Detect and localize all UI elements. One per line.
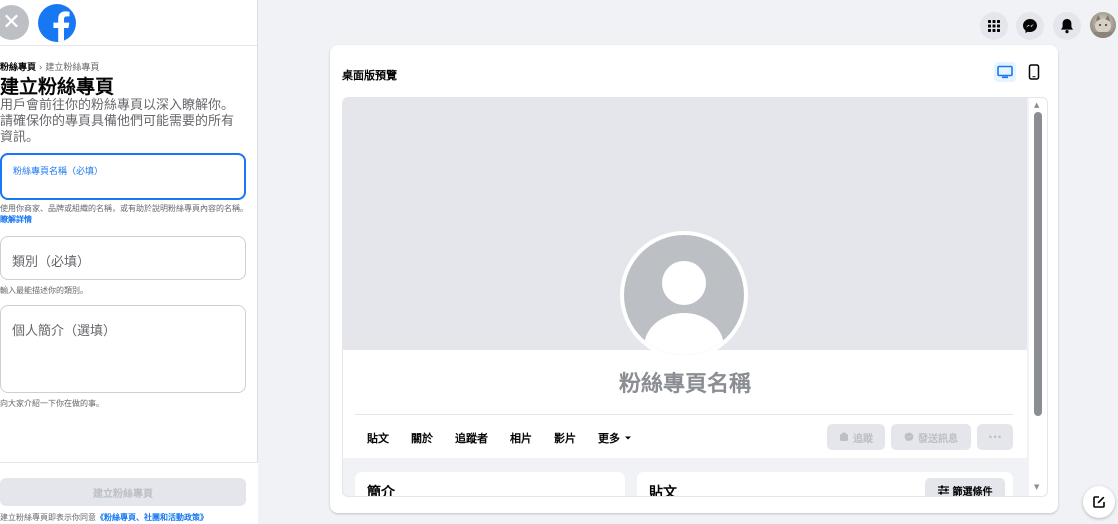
profile-picture bbox=[620, 231, 748, 359]
panel-footer: 建立粉絲專頁 建立粉絲專頁即表示你同意《粉絲專頁、社團和活動政策》 bbox=[0, 462, 258, 524]
page-name-field[interactable]: 粉絲專頁名稱（必填） bbox=[0, 153, 246, 200]
follow-icon bbox=[840, 432, 848, 441]
bio-placeholder: 個人簡介（選填） bbox=[12, 324, 117, 339]
scroll-up-icon[interactable]: ▲ bbox=[1034, 102, 1039, 109]
messenger-icon bbox=[904, 432, 914, 442]
page-title: 建立粉絲專頁 bbox=[0, 76, 115, 98]
menu-button[interactable] bbox=[980, 12, 1008, 40]
create-page-button[interactable]: 建立粉絲專頁 bbox=[0, 478, 246, 506]
terms-notice: 建立粉絲專頁即表示你同意《粉絲專頁、社團和活動政策》 bbox=[0, 512, 208, 523]
cat-photo-icon bbox=[1094, 15, 1112, 38]
divider bbox=[355, 414, 1013, 415]
compose-message-button[interactable] bbox=[1083, 486, 1115, 518]
compose-icon bbox=[1093, 496, 1105, 508]
message-label: 發送訊息 bbox=[918, 433, 958, 445]
preview-title: 桌面版預覽 bbox=[342, 69, 397, 82]
bio-help: 向大家介紹一下你在做的事。 bbox=[0, 399, 104, 408]
intro-card: 簡介 bbox=[355, 472, 625, 497]
tab-about[interactable]: 關於 bbox=[411, 430, 433, 446]
preview-card: 桌面版預覽 粉絲專頁名稱 貼文 關於 追蹤者 相片 影片 更多 追蹤 發送訊息 … bbox=[330, 45, 1058, 513]
caret-down-icon bbox=[625, 436, 631, 440]
posts-card-title: 貼文 bbox=[649, 485, 677, 497]
account-avatar[interactable] bbox=[1090, 12, 1116, 38]
tab-videos[interactable]: 影片 bbox=[554, 430, 576, 446]
category-field[interactable]: 類別（必填） bbox=[0, 236, 246, 280]
intro-text: 用戶會前往你的粉絲專頁以深入瞭解你。請確保你的專頁具備他們可能需要的所有資訊。 bbox=[0, 98, 235, 145]
facebook-logo[interactable] bbox=[38, 4, 76, 42]
notifications-button[interactable] bbox=[1053, 12, 1081, 40]
tab-more-label: 更多 bbox=[598, 432, 620, 445]
category-help: 輸入最能描述你的類別。 bbox=[0, 286, 88, 295]
facebook-f-icon bbox=[53, 11, 70, 42]
page-name-help: 使用你商家、品牌或組織的名稱，或有助於說明粉絲專頁內容的名稱。瞭解詳情 bbox=[0, 203, 248, 225]
category-placeholder: 類別（必填） bbox=[12, 255, 91, 270]
tab-photos[interactable]: 相片 bbox=[510, 430, 532, 446]
scrollbar-thumb[interactable] bbox=[1034, 112, 1042, 416]
filter-label: 篩選條件 bbox=[952, 486, 993, 497]
tab-followers[interactable]: 追蹤者 bbox=[455, 430, 488, 446]
default-avatar-icon bbox=[644, 261, 724, 355]
learn-more-link[interactable]: 瞭解詳情 bbox=[0, 215, 32, 224]
messenger-icon bbox=[1023, 19, 1037, 33]
message-button[interactable]: 發送訊息 bbox=[891, 424, 971, 450]
page-preview: 粉絲專頁名稱 貼文 關於 追蹤者 相片 影片 更多 追蹤 發送訊息 ··· 簡介… bbox=[342, 97, 1048, 497]
close-icon: ✕ bbox=[2, 10, 21, 35]
create-page-panel: ✕ 粉絲專頁 › 建立粉絲專頁 建立粉絲專頁 用戶會前往你的粉絲專頁以深入瞭解你… bbox=[0, 0, 258, 524]
follow-label: 追蹤 bbox=[853, 433, 873, 445]
terms-text: 建立粉絲專頁即表示你同意 bbox=[0, 513, 96, 522]
scroll-down-icon[interactable]: ▼ bbox=[1034, 484, 1039, 491]
page-name-help-text: 使用你商家、品牌或組織的名稱，或有助於說明粉絲專頁內容的名稱。 bbox=[0, 204, 248, 213]
preview-scrollbar[interactable]: ▲ ▼ bbox=[1029, 98, 1047, 496]
page-tabs: 貼文 關於 追蹤者 相片 影片 更多 bbox=[367, 430, 654, 446]
intro-card-title: 簡介 bbox=[367, 485, 395, 497]
bio-field[interactable]: 個人簡介（選填） bbox=[0, 305, 246, 393]
tab-posts[interactable]: 貼文 bbox=[367, 430, 389, 446]
desktop-view-icon[interactable] bbox=[994, 62, 1016, 82]
menu-grid-icon bbox=[988, 20, 1000, 32]
filter-button[interactable]: 篩選條件 bbox=[925, 478, 1005, 497]
page-name-preview: 粉絲專頁名稱 bbox=[618, 372, 751, 397]
notifications-bell-icon bbox=[1061, 19, 1073, 34]
tab-more[interactable]: 更多 bbox=[598, 430, 632, 446]
more-options-button[interactable]: ··· bbox=[977, 424, 1013, 450]
close-button[interactable]: ✕ bbox=[0, 5, 29, 40]
filter-sliders-icon bbox=[937, 485, 949, 495]
panel-header: ✕ bbox=[0, 0, 257, 46]
messenger-button[interactable] bbox=[1016, 12, 1044, 40]
policy-link[interactable]: 《粉絲專頁、社團和活動政策》 bbox=[96, 513, 208, 522]
mobile-view-icon[interactable] bbox=[1027, 62, 1041, 82]
follow-button[interactable]: 追蹤 bbox=[827, 424, 885, 450]
page-name-label: 粉絲專頁名稱（必填） bbox=[13, 167, 104, 177]
posts-card: 貼文 篩選條件 bbox=[637, 472, 1013, 497]
